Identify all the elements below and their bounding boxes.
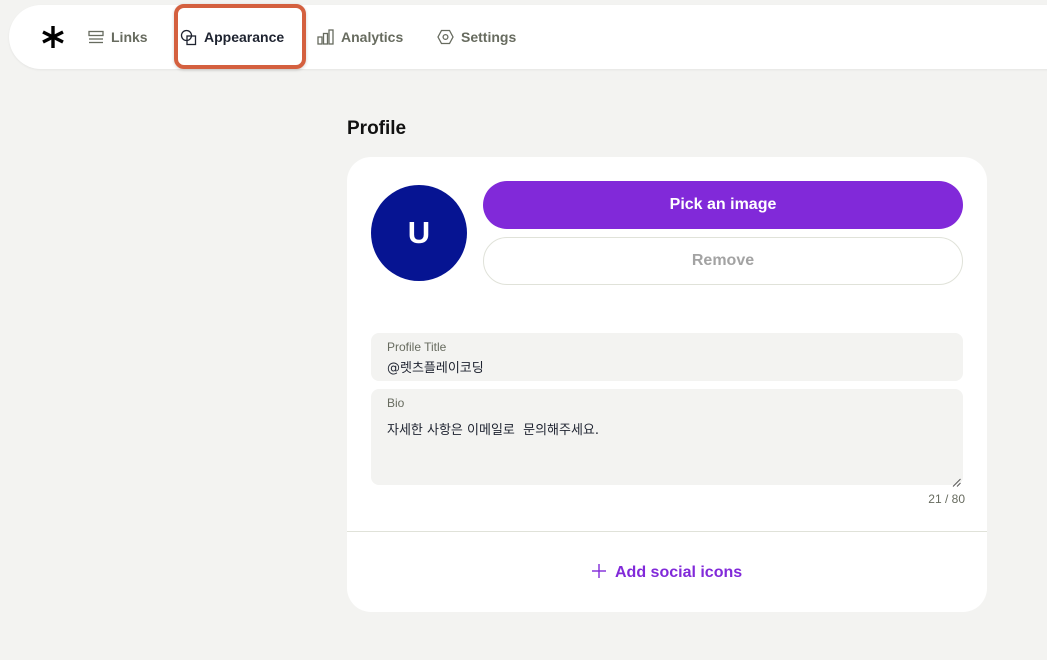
nav-tab-links-label: Links [111,29,148,45]
nav-tab-analytics[interactable]: Analytics [317,5,403,69]
nav-tab-appearance-label: Appearance [204,29,285,45]
add-social-icons-label: Add social icons [615,564,743,581]
nav-tab-settings[interactable]: Settings [437,5,516,69]
linktree-logo-icon[interactable] [41,25,65,49]
profile-title-label: Profile Title [387,340,447,354]
links-icon [88,29,104,45]
bio-textarea[interactable]: 자세한 사항은 이메일로 문의해주세요. [387,423,947,479]
add-social-icons-button[interactable]: Add social icons [591,561,742,585]
nav-tab-settings-label: Settings [461,29,517,45]
profile-title-input[interactable] [387,357,947,375]
profile-heading: Profile [347,118,407,139]
bio-character-counter: 21 / 80 [928,492,965,506]
resize-grip-icon[interactable] [952,474,961,487]
profile-card: U Pick an image Remove Profile Title Bio… [347,157,987,612]
card-divider [347,531,987,532]
pick-image-button[interactable]: Pick an image [483,181,963,229]
nav-tab-appearance[interactable]: Appearance [180,5,284,69]
remove-image-button[interactable]: Remove [483,237,963,285]
bar-chart-icon [317,29,334,45]
top-navigation: Links Appearance Analytics Settings [9,5,1047,69]
nav-tab-links[interactable]: Links [88,5,148,69]
nav-tab-analytics-label: Analytics [341,29,404,45]
profile-title-field[interactable]: Profile Title [371,333,963,381]
plus-icon [591,563,607,584]
avatar[interactable]: U [371,185,467,281]
appearance-shapes-icon [180,29,197,46]
bio-label: Bio [387,396,405,410]
bio-field[interactable]: Bio 자세한 사항은 이메일로 문의해주세요. [371,389,963,487]
gear-hexagon-icon [437,29,454,45]
